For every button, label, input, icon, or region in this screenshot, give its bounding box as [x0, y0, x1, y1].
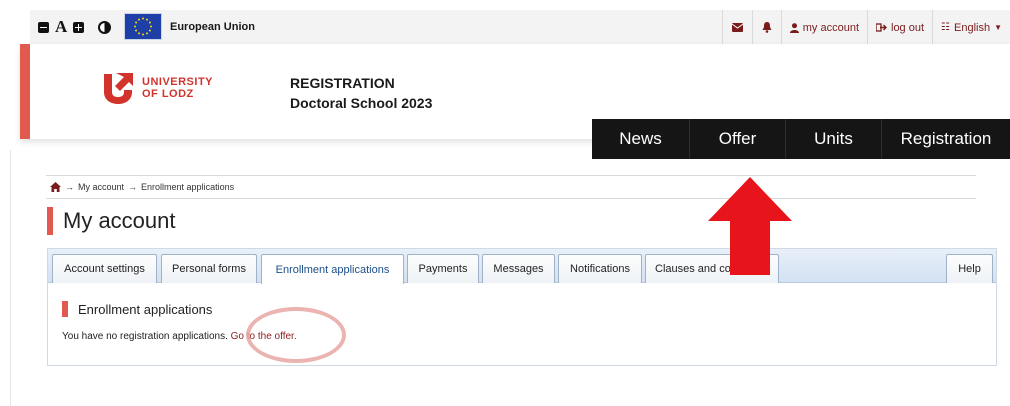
- increase-font-icon[interactable]: [73, 21, 85, 33]
- eu-star-icon: [146, 18, 148, 21]
- breadcrumb: → My account → Enrollment applications: [50, 182, 234, 192]
- tab-messages[interactable]: Messages: [482, 254, 555, 283]
- eu-star-icon: [142, 17, 144, 20]
- section-title-block: Enrollment applications: [62, 301, 212, 317]
- no-applications-text: You have no registration applications.: [62, 331, 228, 342]
- messages-button[interactable]: [721, 10, 752, 45]
- tab-account-settings[interactable]: Account settings: [52, 254, 157, 283]
- eu-star-icon: [135, 21, 138, 24]
- bell-icon: [762, 22, 772, 33]
- nav-news[interactable]: News: [592, 119, 689, 159]
- logo-line-2: OF LODZ: [142, 88, 194, 100]
- page-title-block: My account: [47, 207, 176, 235]
- tab-notifications[interactable]: Notifications: [558, 254, 642, 283]
- accessibility-controls: A: [38, 18, 112, 35]
- eu-star-icon: [148, 21, 151, 24]
- translate-icon: ☷: [941, 22, 950, 33]
- main-navigation: News Offer Units Registration: [592, 119, 1010, 159]
- eu-star-icon: [142, 33, 144, 36]
- my-account-label: my account: [802, 21, 859, 34]
- eu-star-icon: [148, 29, 151, 32]
- my-account-link[interactable]: my account: [780, 10, 867, 45]
- university-logo[interactable]: UNIVERSITY OF LODZ: [100, 70, 213, 106]
- logo-line-1: UNIVERSITY: [142, 76, 214, 88]
- page-title: My account: [63, 208, 176, 233]
- nav-offer[interactable]: Offer: [689, 119, 785, 159]
- decrease-font-icon[interactable]: [38, 21, 49, 33]
- account-tabs-panel: Account settings Personal forms Enrollme…: [47, 248, 997, 366]
- tab-payments[interactable]: Payments: [407, 254, 479, 283]
- tab-personal-forms[interactable]: Personal forms: [161, 254, 257, 283]
- red-arrow-annotation: [708, 177, 792, 275]
- page-left-rule: [10, 150, 11, 406]
- arrow-right-icon: →: [128, 182, 138, 192]
- logout-link[interactable]: log out: [867, 10, 932, 45]
- breadcrumb-bottom-divider: [46, 198, 976, 199]
- registration-title-line-2: Doctoral School 2023: [290, 95, 433, 111]
- chevron-down-icon: ▼: [994, 23, 1002, 32]
- section-accent-marker: [62, 301, 68, 317]
- highlight-circle-annotation: [246, 307, 346, 363]
- language-select[interactable]: ☷ English ▼: [932, 10, 1010, 45]
- tab-help[interactable]: Help: [946, 254, 993, 283]
- nav-registration[interactable]: Registration: [881, 119, 1010, 159]
- university-logo-text: UNIVERSITY OF LODZ: [142, 76, 213, 100]
- user-icon: [789, 22, 799, 33]
- home-icon[interactable]: [50, 182, 61, 192]
- eu-star-icon: [135, 29, 138, 32]
- eu-star-icon: [138, 32, 140, 35]
- eu-star-icon: [134, 25, 136, 28]
- tab-enrollment-applications[interactable]: Enrollment applications: [261, 254, 404, 284]
- tab-strip: Account settings Personal forms Enrollme…: [48, 249, 996, 284]
- logout-icon: [876, 23, 887, 32]
- eu-flag-icon: [124, 13, 162, 40]
- nav-units[interactable]: Units: [785, 119, 881, 159]
- university-logo-mark-icon: [100, 70, 136, 106]
- notifications-button[interactable]: [751, 10, 781, 45]
- registration-title: REGISTRATION Doctoral School 2023: [290, 73, 432, 113]
- eu-star-icon: [138, 18, 140, 21]
- user-toolbar: my account log out ☷ English ▼: [721, 10, 1010, 45]
- header-accent-bar: [20, 44, 30, 139]
- arrow-right-icon: →: [65, 182, 74, 192]
- eu-star-icon: [150, 25, 152, 28]
- breadcrumb-enrollment-applications: Enrollment applications: [141, 182, 235, 192]
- section-title: Enrollment applications: [78, 301, 213, 317]
- breadcrumb-my-account[interactable]: My account: [78, 182, 124, 192]
- eu-label: European Union: [170, 21, 255, 33]
- contrast-icon[interactable]: [98, 20, 112, 34]
- eu-star-icon: [146, 32, 148, 35]
- breadcrumb-top-divider: [46, 175, 976, 176]
- title-accent-marker: [47, 207, 53, 235]
- registration-title-line-1: REGISTRATION: [290, 75, 395, 91]
- logout-label: log out: [891, 21, 925, 34]
- top-utility-bar: A European Union my account log out ☷ En…: [30, 10, 1010, 46]
- language-label: English: [954, 21, 991, 34]
- envelope-icon: [731, 23, 743, 32]
- font-size-icon[interactable]: A: [55, 18, 67, 35]
